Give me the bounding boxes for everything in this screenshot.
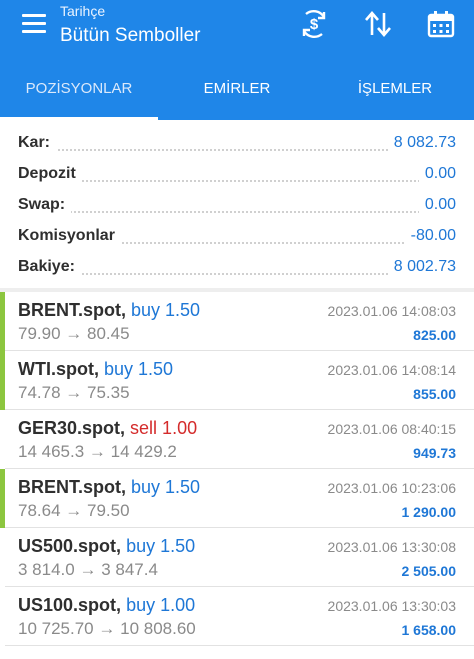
- trade-prices: 78.64 → 79.50: [18, 501, 130, 521]
- trade-time: 2023.01.06 13:30:03: [327, 598, 456, 614]
- menu-icon[interactable]: [22, 14, 48, 34]
- sort-icon[interactable]: [362, 8, 394, 40]
- row-accent-bar: [0, 587, 5, 646]
- arrow-right-icon: →: [65, 501, 83, 520]
- active-tab-indicator: [0, 117, 158, 120]
- trade-profit: 855.00: [413, 386, 456, 402]
- currency-exchange-icon[interactable]: $: [298, 8, 330, 40]
- summary-value: 8 002.73: [387, 258, 456, 276]
- close-price: 3 847.4: [101, 560, 158, 579]
- trade-symbol-line: US100.spot, buy 1.00: [18, 595, 195, 616]
- page-title: Bütün Semboller: [60, 25, 201, 46]
- summary-value: 0.00: [418, 196, 456, 214]
- trade-prices: 14 465.3 → 14 429.2: [18, 442, 177, 462]
- trade-symbol-line: GER30.spot, sell 1.00: [18, 418, 197, 439]
- trade-symbol: BRENT.spot,: [18, 300, 126, 320]
- summary-label: Komisyonlar: [18, 227, 121, 245]
- summary-row-deposit: Depozit 0.00: [0, 159, 474, 190]
- trade-time: 2023.01.06 14:08:14: [327, 362, 456, 378]
- close-price: 10 808.60: [120, 619, 196, 638]
- trade-profit: 1 290.00: [401, 504, 457, 520]
- trade-profit: 825.00: [413, 327, 456, 343]
- row-accent-bar: [0, 528, 5, 587]
- trade-symbol: GER30.spot,: [18, 418, 126, 438]
- trade-symbol-line: WTI.spot, buy 1.50: [18, 359, 173, 380]
- trade-time: 2023.01.06 08:40:15: [327, 421, 456, 437]
- summary-label: Swap:: [18, 196, 72, 214]
- arrow-right-icon: →: [98, 619, 116, 638]
- arrow-right-icon: →: [88, 442, 106, 461]
- summary-row-swap: Swap: 0.00: [0, 190, 474, 221]
- trade-symbol-line: BRENT.spot, buy 1.50: [18, 477, 200, 498]
- close-price: 75.35: [87, 383, 130, 402]
- arrow-right-icon: →: [65, 383, 83, 402]
- summary-value: 0.00: [418, 165, 456, 183]
- app-bar: Tarihçe Bütün Semboller $: [0, 0, 474, 62]
- open-price: 10 725.70: [18, 619, 94, 638]
- row-accent-bar: [0, 351, 5, 410]
- trade-symbol-line: US500.spot, buy 1.50: [18, 536, 195, 557]
- trade-row[interactable]: WTI.spot, buy 1.50 74.78 → 75.35 2023.01…: [0, 351, 474, 410]
- trade-side: buy 1.00: [126, 595, 196, 615]
- dotted-leader: [18, 211, 456, 213]
- dotted-leader: [18, 180, 456, 182]
- trade-time: 2023.01.06 13:30:08: [327, 539, 456, 555]
- summary-row-balance: Bakiye: 8 002.73: [0, 252, 474, 283]
- open-price: 78.64: [18, 501, 61, 520]
- row-accent-bar: [0, 469, 5, 528]
- open-price: 14 465.3: [18, 442, 85, 461]
- trade-prices: 79.90 → 80.45: [18, 324, 130, 344]
- page-subtitle: Tarihçe: [60, 3, 106, 19]
- arrow-right-icon: →: [65, 324, 83, 343]
- summary-label: Kar:: [18, 134, 57, 152]
- trade-profit: 1 658.00: [401, 622, 457, 638]
- trade-row[interactable]: BRENT.spot, buy 1.50 79.90 → 80.45 2023.…: [0, 292, 474, 351]
- row-accent-bar: [0, 410, 5, 469]
- trade-symbol: US500.spot,: [18, 536, 122, 556]
- trade-symbol: BRENT.spot,: [18, 477, 126, 497]
- trade-profit: 2 505.00: [401, 563, 457, 579]
- tab-orders[interactable]: EMİRLER: [158, 62, 316, 120]
- close-price: 79.50: [87, 501, 130, 520]
- arrow-right-icon: →: [79, 560, 97, 579]
- trade-row[interactable]: US500.spot, buy 1.50 3 814.0 → 3 847.4 2…: [0, 528, 474, 587]
- trade-time: 2023.01.06 10:23:06: [327, 480, 456, 496]
- tab-positions[interactable]: POZİSYONLAR: [0, 62, 158, 120]
- trade-side: buy 1.50: [131, 300, 201, 320]
- summary-row-profit: Kar: 8 082.73: [0, 128, 474, 159]
- summary-label: Bakiye:: [18, 258, 81, 276]
- trade-prices: 3 814.0 → 3 847.4: [18, 560, 158, 580]
- trade-row[interactable]: BRENT.spot, buy 1.50 78.64 → 79.50 2023.…: [0, 469, 474, 528]
- trade-side: buy 1.50: [104, 359, 174, 379]
- summary-row-commissions: Komisyonlar -80.00: [0, 221, 474, 252]
- calendar-icon[interactable]: [425, 8, 457, 40]
- row-accent-bar: [0, 292, 5, 351]
- trade-side: buy 1.50: [126, 536, 196, 556]
- trade-side: buy 1.50: [131, 477, 201, 497]
- close-price: 14 429.2: [110, 442, 177, 461]
- trade-symbol-line: BRENT.spot, buy 1.50: [18, 300, 200, 321]
- summary-label: Depozit: [18, 165, 82, 183]
- svg-text:$: $: [310, 16, 319, 33]
- trade-profit: 949.73: [413, 445, 456, 461]
- open-price: 74.78: [18, 383, 61, 402]
- trade-time: 2023.01.06 14:08:03: [327, 303, 456, 319]
- trade-side: sell 1.00: [130, 418, 198, 438]
- trade-prices: 10 725.70 → 10 808.60: [18, 619, 196, 639]
- trade-prices: 74.78 → 75.35: [18, 383, 130, 403]
- open-price: 79.90: [18, 324, 61, 343]
- tab-bar: POZİSYONLAR EMİRLER İŞLEMLER: [0, 62, 474, 120]
- trade-row[interactable]: GER30.spot, sell 1.00 14 465.3 → 14 429.…: [0, 410, 474, 469]
- trade-row[interactable]: US100.spot, buy 1.00 10 725.70 → 10 808.…: [0, 587, 474, 646]
- open-price: 3 814.0: [18, 560, 75, 579]
- trade-symbol: WTI.spot,: [18, 359, 99, 379]
- summary-value: -80.00: [404, 227, 456, 245]
- close-price: 80.45: [87, 324, 130, 343]
- trade-symbol: US100.spot,: [18, 595, 122, 615]
- summary-value: 8 082.73: [387, 134, 456, 152]
- tab-deals[interactable]: İŞLEMLER: [316, 62, 474, 120]
